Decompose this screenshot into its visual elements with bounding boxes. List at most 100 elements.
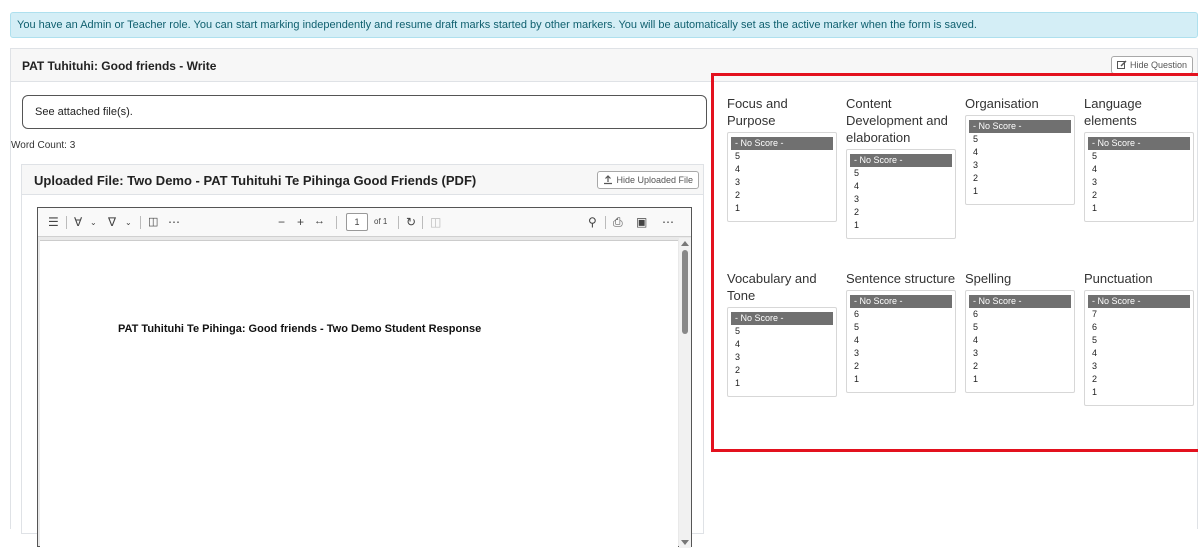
page-count: of 1: [374, 217, 388, 226]
score-option[interactable]: 1: [1085, 386, 1193, 399]
pdf-scrollbar[interactable]: [679, 238, 691, 548]
score-option[interactable]: 2: [966, 172, 1074, 185]
zoom-out-icon[interactable]: −: [278, 215, 285, 229]
highlight-icon[interactable]: ∀: [74, 215, 82, 229]
score-option[interactable]: 1: [728, 377, 836, 390]
score-option[interactable]: 3: [847, 347, 955, 360]
draw-icon[interactable]: ∇: [108, 215, 116, 229]
score-option[interactable]: 7: [1085, 308, 1193, 321]
score-option[interactable]: 2: [728, 189, 836, 202]
save-icon[interactable]: ▣: [636, 215, 647, 229]
score-option[interactable]: 2: [966, 360, 1074, 373]
toolbar-separator: [398, 216, 399, 229]
text-box-icon[interactable]: ◫: [148, 215, 158, 228]
score-option[interactable]: 6: [847, 308, 955, 321]
print-icon[interactable]: ⎙: [613, 215, 623, 230]
score-option[interactable]: 5: [847, 167, 955, 180]
score-option[interactable]: 3: [847, 193, 955, 206]
hide-uploaded-file-label: Hide Uploaded File: [616, 175, 693, 185]
scroll-down-icon[interactable]: [681, 540, 689, 545]
criterion-title: Spelling: [965, 271, 1012, 286]
zoom-in-icon[interactable]: +: [297, 215, 304, 229]
score-option[interactable]: 1: [847, 373, 955, 386]
score-option[interactable]: 4: [1085, 163, 1193, 176]
score-option[interactable]: - No Score -: [731, 137, 833, 150]
search-icon[interactable]: ⚲: [588, 215, 597, 229]
fit-width-icon[interactable]: ↔: [314, 215, 325, 227]
score-option[interactable]: 2: [728, 364, 836, 377]
score-option[interactable]: - No Score -: [969, 120, 1071, 133]
more-options-icon[interactable]: ⋯: [662, 215, 674, 229]
pdf-page: PAT Tuhituhi Te Pihinga: Good friends - …: [40, 240, 678, 550]
score-select[interactable]: - No Score - 6 5 4 3 2 1: [846, 290, 956, 393]
scroll-up-icon[interactable]: [681, 241, 689, 246]
score-option[interactable]: 5: [728, 150, 836, 163]
criterion-title: Content Development and elaboration: [846, 96, 948, 145]
criterion-spelling: Spelling - No Score - 6 5 4 3 2 1: [965, 270, 1075, 393]
criterion-organisation: Organisation - No Score - 5 4 3 2 1: [965, 95, 1075, 205]
score-option[interactable]: 3: [966, 347, 1074, 360]
question-title: PAT Tuhituhi: Good friends - Write: [22, 59, 217, 73]
edit-icon: [1116, 60, 1127, 69]
outline-icon[interactable]: ☰: [48, 215, 59, 229]
criterion-sentence-structure: Sentence structure - No Score - 6 5 4 3 …: [846, 270, 956, 393]
page-view-icon[interactable]: ◫: [430, 215, 441, 229]
criterion-title: Sentence structure: [846, 271, 956, 286]
score-option[interactable]: 4: [847, 180, 955, 193]
page-number-input[interactable]: 1: [346, 213, 368, 231]
score-option[interactable]: 4: [1085, 347, 1193, 360]
more-icon[interactable]: ⋯: [168, 215, 180, 229]
score-select[interactable]: - No Score - 7 6 5 4 3 2 1: [1084, 290, 1194, 406]
score-option[interactable]: 1: [847, 219, 955, 232]
chevron-down-icon[interactable]: ⌄: [125, 218, 132, 227]
chevron-down-icon[interactable]: ⌄: [90, 218, 97, 227]
hide-question-button[interactable]: Hide Question: [1110, 56, 1193, 74]
score-select[interactable]: - No Score - 5 4 3 2 1: [846, 149, 956, 239]
score-option[interactable]: 2: [847, 360, 955, 373]
score-option[interactable]: 4: [966, 146, 1074, 159]
score-option[interactable]: 2: [1085, 373, 1193, 386]
score-option[interactable]: 3: [728, 176, 836, 189]
score-select[interactable]: - No Score - 5 4 3 2 1: [1084, 132, 1194, 222]
score-option[interactable]: 4: [966, 334, 1074, 347]
uploaded-file-header: Uploaded File: Two Demo - PAT Tuhituhi T…: [22, 165, 703, 195]
score-option[interactable]: 5: [728, 325, 836, 338]
toolbar-separator: [140, 216, 141, 229]
score-option[interactable]: - No Score -: [969, 295, 1071, 308]
score-option[interactable]: 3: [728, 351, 836, 364]
score-option[interactable]: 3: [1085, 176, 1193, 189]
score-option[interactable]: - No Score -: [1088, 137, 1190, 150]
toolbar-separator: [336, 216, 337, 229]
score-option[interactable]: 5: [847, 321, 955, 334]
score-select[interactable]: - No Score - 5 4 3 2 1: [727, 132, 837, 222]
rotate-icon[interactable]: ↻: [406, 215, 416, 229]
score-option[interactable]: 3: [966, 159, 1074, 172]
score-option[interactable]: 2: [1085, 189, 1193, 202]
score-select[interactable]: - No Score - 5 4 3 2 1: [727, 307, 837, 397]
toolbar-separator: [605, 216, 606, 229]
scroll-thumb[interactable]: [682, 250, 688, 334]
score-option[interactable]: - No Score -: [850, 295, 952, 308]
score-option[interactable]: 5: [1085, 150, 1193, 163]
score-option[interactable]: 4: [728, 338, 836, 351]
score-option[interactable]: 1: [966, 373, 1074, 386]
hide-uploaded-file-button[interactable]: Hide Uploaded File: [597, 171, 699, 189]
score-option[interactable]: 6: [1085, 321, 1193, 334]
score-option[interactable]: 4: [847, 334, 955, 347]
score-option[interactable]: 5: [966, 133, 1074, 146]
score-option[interactable]: 3: [1085, 360, 1193, 373]
score-option[interactable]: 1: [1085, 202, 1193, 215]
score-option[interactable]: 1: [966, 185, 1074, 198]
score-option[interactable]: 4: [728, 163, 836, 176]
criterion-vocabulary-tone: Vocabulary and Tone - No Score - 5 4 3 2…: [727, 270, 837, 397]
score-option[interactable]: 5: [1085, 334, 1193, 347]
score-option[interactable]: 5: [966, 321, 1074, 334]
score-option[interactable]: 1: [728, 202, 836, 215]
score-option[interactable]: - No Score -: [731, 312, 833, 325]
score-select[interactable]: - No Score - 5 4 3 2 1: [965, 115, 1075, 205]
score-select[interactable]: - No Score - 6 5 4 3 2 1: [965, 290, 1075, 393]
score-option[interactable]: 2: [847, 206, 955, 219]
score-option[interactable]: - No Score -: [850, 154, 952, 167]
score-option[interactable]: 6: [966, 308, 1074, 321]
score-option[interactable]: - No Score -: [1088, 295, 1190, 308]
